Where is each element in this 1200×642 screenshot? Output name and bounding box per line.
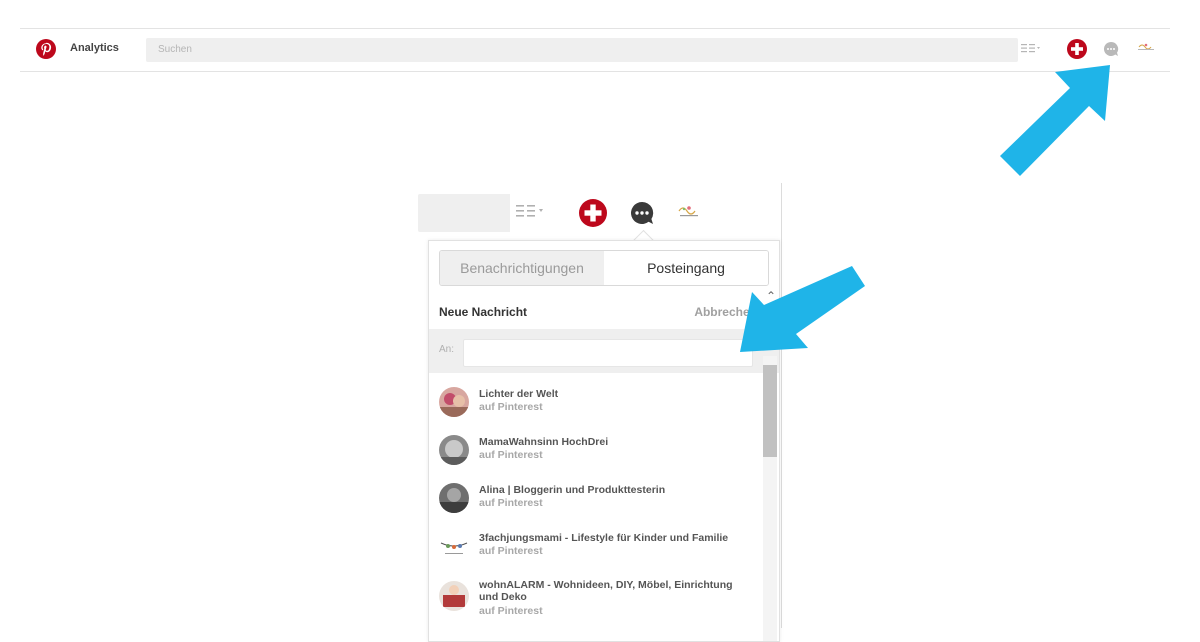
list-item[interactable]: Lichter der Welt auf Pinterest — [429, 383, 763, 423]
analytics-link[interactable]: Analytics — [70, 42, 119, 54]
contact-name: Lichter der Welt — [479, 388, 559, 400]
zoomed-search-bar — [418, 194, 510, 232]
divider-line — [781, 183, 782, 628]
avatar — [439, 483, 469, 513]
chat-bubble-icon[interactable] — [1103, 41, 1119, 57]
recipient-input[interactable] — [463, 339, 753, 367]
profile-avatar-icon[interactable] — [1137, 42, 1155, 54]
cancel-button[interactable]: Abbrechen — [694, 305, 757, 319]
contact-subtitle: auf Pinterest — [479, 401, 543, 413]
scrollbar-thumb[interactable] — [763, 365, 777, 457]
list-menu-icon[interactable] — [1021, 43, 1041, 55]
top-navigation-bar: Analytics Suchen — [20, 28, 1170, 72]
scroll-up-arrow-icon[interactable]: ⌃ — [763, 289, 779, 305]
plus-circle-icon[interactable] — [578, 198, 608, 228]
tab-inbox[interactable]: Posteingang — [604, 251, 768, 285]
contact-name: 3fachjungsmami - Lifestyle für Kinder un… — [479, 532, 729, 544]
tab-notifications[interactable]: Benachrichtigungen — [440, 251, 604, 285]
pinterest-logo-icon[interactable] — [36, 39, 56, 59]
avatar — [439, 435, 469, 465]
contact-name: Alina | Bloggerin und Produkttesterin — [479, 484, 666, 496]
new-message-title: Neue Nachricht — [439, 305, 528, 319]
contact-subtitle: auf Pinterest — [479, 449, 543, 461]
profile-avatar-icon[interactable] — [676, 204, 702, 220]
avatar — [439, 531, 469, 561]
contact-subtitle: auf Pinterest — [479, 497, 543, 509]
list-item[interactable]: Alina | Bloggerin und Produkttesterin au… — [429, 479, 763, 519]
recipient-label: An: — [439, 344, 455, 355]
panel-tabs: Benachrichtigungen Posteingang — [439, 250, 769, 286]
plus-circle-icon[interactable] — [1067, 39, 1087, 59]
contact-subtitle: auf Pinterest — [479, 605, 543, 617]
avatar — [439, 581, 469, 611]
recipient-row: An: — [429, 329, 779, 373]
messages-panel: Benachrichtigungen Posteingang Neue Nach… — [428, 240, 780, 642]
search-input[interactable]: Suchen — [146, 38, 1018, 62]
list-item[interactable]: wohnALARM - Wohnideen, DIY, Möbel, Einri… — [429, 575, 763, 631]
contact-subtitle: auf Pinterest — [479, 545, 543, 557]
contact-name: MamaWahnsinn HochDrei — [479, 436, 609, 448]
list-item[interactable]: 3fachjungsmami - Lifestyle für Kinder un… — [429, 527, 763, 567]
avatar — [439, 387, 469, 417]
chat-bubble-icon[interactable] — [629, 200, 655, 226]
list-menu-icon[interactable] — [516, 204, 546, 220]
contact-name: wohnALARM - Wohnideen, DIY, Möbel, Einri… — [479, 579, 733, 603]
list-item[interactable]: MamaWahnsinn HochDrei auf Pinterest — [429, 431, 763, 471]
